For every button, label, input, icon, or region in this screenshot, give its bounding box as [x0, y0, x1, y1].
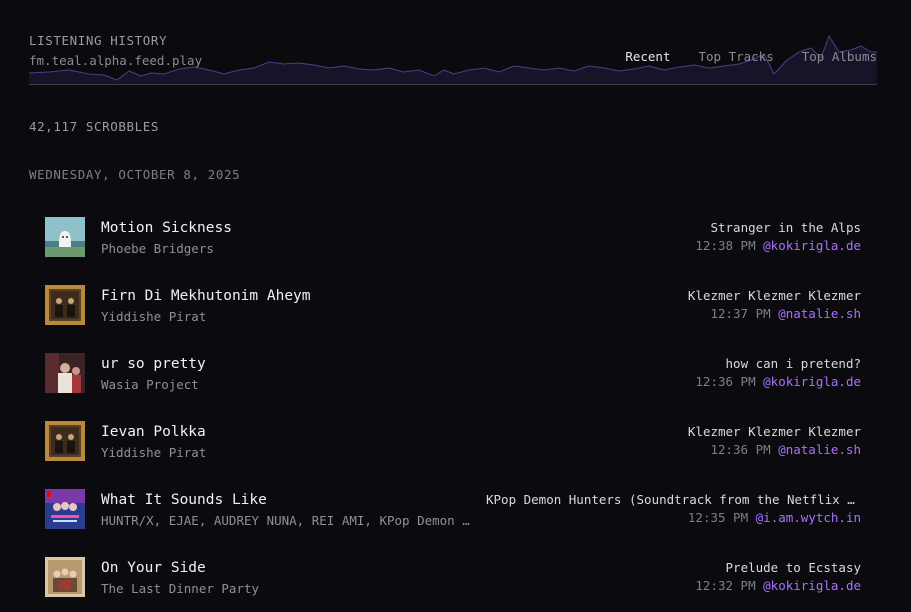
play-item[interactable]: Firn Di Mekhutonim Aheym Yiddishe Pirat … [45, 272, 861, 340]
play-meta: 12:37 PM @natalie.sh [710, 306, 861, 321]
album-art-klezmer[interactable] [45, 421, 85, 461]
play-meta: 12:36 PM @kokirigla.de [695, 374, 861, 389]
date-heading: WEDNESDAY, OCTOBER 8, 2025 [29, 167, 241, 182]
play-time: 12:37 PM [710, 306, 771, 321]
play-item[interactable]: Motion Sickness Phoebe Bridgers Stranger… [45, 204, 861, 272]
play-meta: 12:32 PM @kokirigla.de [695, 578, 861, 593]
play-meta: 12:36 PM @natalie.sh [710, 442, 861, 457]
play-time: 12:38 PM [695, 238, 756, 253]
album-title[interactable]: how can i pretend? [726, 356, 861, 371]
tab-recent[interactable]: Recent [625, 49, 670, 64]
album-title[interactable]: Klezmer Klezmer Klezmer [688, 288, 861, 303]
album-title[interactable]: Prelude to Ecstasy [726, 560, 861, 575]
play-item[interactable]: On Your Side The Last Dinner Party Prelu… [45, 544, 861, 612]
play-time: 12:32 PM [695, 578, 756, 593]
play-list: Motion Sickness Phoebe Bridgers Stranger… [45, 204, 861, 612]
user-handle[interactable]: @natalie.sh [778, 442, 861, 457]
album-art-kpop-demon-hunters[interactable] [45, 489, 85, 529]
play-time: 12:36 PM [710, 442, 771, 457]
play-meta: 12:38 PM @kokirigla.de [695, 238, 861, 253]
view-tabs: Recent Top Tracks Top Albums [597, 49, 877, 64]
artist-name[interactable]: Phoebe Bridgers [101, 241, 214, 256]
play-time: 12:36 PM [695, 374, 756, 389]
album-title[interactable]: Klezmer Klezmer Klezmer [688, 424, 861, 439]
album-art-how-can-i-pretend[interactable] [45, 353, 85, 393]
user-handle[interactable]: @kokirigla.de [763, 374, 861, 389]
track-title[interactable]: Ievan Polkka [101, 424, 206, 440]
artist-name[interactable]: Wasia Project [101, 377, 199, 392]
play-item[interactable]: ur so pretty Wasia Project how can i pre… [45, 340, 861, 408]
artist-name[interactable]: The Last Dinner Party [101, 581, 259, 596]
tab-top-albums[interactable]: Top Albums [802, 49, 877, 64]
album-art-klezmer[interactable] [45, 285, 85, 325]
track-title[interactable]: ur so pretty [101, 356, 206, 372]
play-item[interactable]: Ievan Polkka Yiddishe Pirat Klezmer Klez… [45, 408, 861, 476]
artist-name[interactable]: Yiddishe Pirat [101, 445, 206, 460]
album-art-prelude-to-ecstasy[interactable] [45, 557, 85, 597]
user-handle[interactable]: @kokirigla.de [763, 238, 861, 253]
scrobble-count: 42,117 SCROBBLES [29, 119, 160, 134]
album-title[interactable]: Stranger in the Alps [710, 220, 861, 235]
track-title[interactable]: Motion Sickness [101, 220, 232, 236]
user-handle[interactable]: @natalie.sh [778, 306, 861, 321]
listening-history-header: LISTENING HISTORY fm.teal.alpha.feed.pla… [29, 30, 877, 86]
feed-collection-name: fm.teal.alpha.feed.play [29, 53, 203, 68]
page-title: LISTENING HISTORY [29, 33, 168, 48]
album-art-stranger-in-the-alps[interactable] [45, 217, 85, 257]
play-time: 12:35 PM [687, 510, 749, 525]
user-handle[interactable]: @i.am.wytch.in [756, 510, 861, 525]
artist-name[interactable]: Yiddishe Pirat [101, 309, 206, 324]
play-meta: 12:35 PM @i.am.wytch.in [688, 510, 861, 525]
play-item[interactable]: What It Sounds Like HUNTR/X, EJAE, AUDRE… [45, 476, 861, 544]
track-title[interactable]: Firn Di Mekhutonim Aheym [101, 288, 311, 304]
tab-top-tracks[interactable]: Top Tracks [698, 49, 773, 64]
user-handle[interactable]: @kokirigla.de [763, 578, 861, 593]
track-title[interactable]: What It Sounds Like [101, 492, 267, 508]
album-title[interactable]: KPop Demon Hunters (Soundtrack from the … [486, 492, 861, 507]
artist-name[interactable]: HUNTR/X, EJAE, AUDREY NUNA, REI AMI, KPo… [101, 513, 473, 528]
track-title[interactable]: On Your Side [101, 560, 206, 576]
